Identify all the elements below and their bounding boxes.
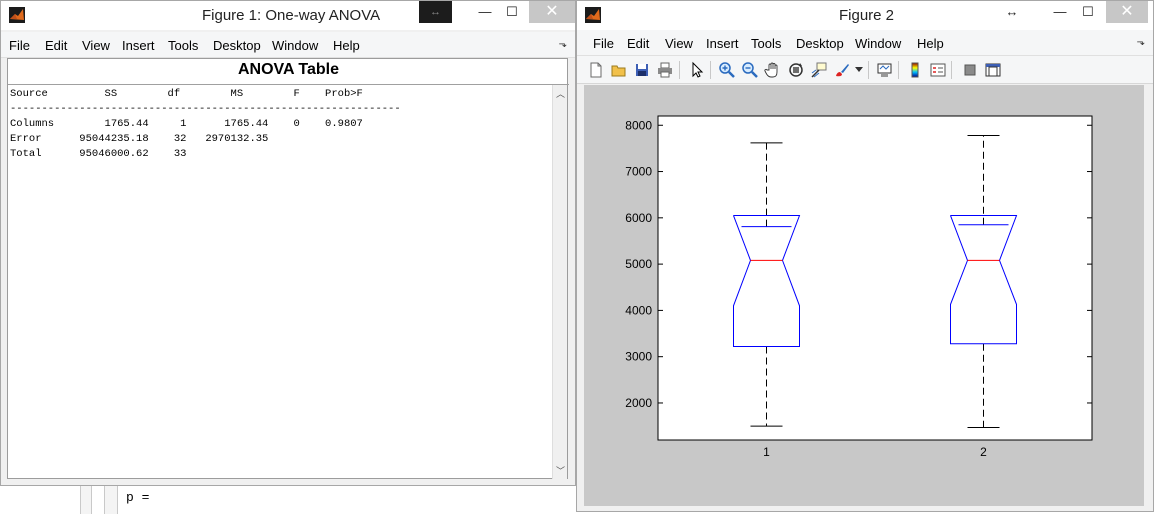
y-tick-label: 7000 <box>625 165 652 179</box>
anova-titlebar[interactable]: Figure 1: One-way ANOVA ↔ — ☐ ✕ <box>1 1 575 30</box>
maximize-button[interactable]: ☐ <box>495 1 529 23</box>
toolbar-separator <box>951 61 952 79</box>
command-window[interactable] <box>78 484 578 514</box>
y-tick-label: 2000 <box>625 396 652 410</box>
figure-plot-panel: 2000 3000 4000 5000 6000 7000 8000 1 2 <box>584 85 1144 506</box>
menu-file[interactable]: File <box>593 36 614 51</box>
menu-dock-arrow-icon[interactable]: ⬎ <box>559 39 567 50</box>
save-icon[interactable] <box>633 61 651 79</box>
legend-icon[interactable] <box>929 61 947 79</box>
toolbar-separator <box>679 61 680 79</box>
anova-table-text: Source SS df MS F Prob>F ----------------… <box>10 87 401 162</box>
menu-tools[interactable]: Tools <box>168 38 198 53</box>
menu-edit[interactable]: Edit <box>45 38 67 53</box>
anova-table-panel: ANOVA Table Source SS df MS F Prob>F ----… <box>7 58 569 479</box>
maximize-button[interactable]: ☐ <box>1071 1 1105 23</box>
toolbar-separator <box>868 61 869 79</box>
menu-desktop[interactable]: Desktop <box>796 36 844 51</box>
anova-window-title: Figure 1: One-way ANOVA <box>202 7 381 24</box>
anova-table-row: Columns 1765.44 1 1765.44 0 0.9807 <box>10 118 363 130</box>
figure2-menubar: File Edit View Insert Tools Desktop Wind… <box>577 30 1153 56</box>
print-icon[interactable] <box>656 61 674 79</box>
scroll-down-icon[interactable]: ﹀ <box>556 464 565 477</box>
divider <box>8 84 569 85</box>
menu-tools[interactable]: Tools <box>751 36 781 51</box>
matlab-logo-icon <box>9 7 25 23</box>
command-window-scrollbar <box>80 486 92 514</box>
anova-vertical-scrollbar[interactable]: ︿ ﹀ <box>552 85 567 479</box>
hide-plot-tools-icon[interactable] <box>961 61 979 79</box>
colorbar-icon[interactable] <box>906 61 924 79</box>
edit-plot-arrow-icon[interactable] <box>688 61 706 79</box>
chevron-down-icon[interactable] <box>855 67 863 73</box>
anova-table-row: Error 95044235.18 32 2970132.35 <box>10 133 269 145</box>
anova-figure-window: Figure 1: One-way ANOVA ↔ — ☐ ✕ File Edi… <box>0 0 576 486</box>
menu-window[interactable]: Window <box>855 36 901 51</box>
command-window-text: p = <box>126 490 150 505</box>
new-figure-icon[interactable] <box>587 61 605 79</box>
menu-insert[interactable]: Insert <box>706 36 739 51</box>
figure2-toolbar <box>577 56 1153 84</box>
menu-file[interactable]: File <box>9 38 30 53</box>
y-tick-label: 5000 <box>625 257 652 271</box>
command-window-gutter <box>104 486 118 514</box>
resize-handle-icon[interactable]: ↔ <box>419 1 452 23</box>
plot-axes[interactable] <box>657 115 1093 441</box>
rotate-3d-icon[interactable] <box>787 61 805 79</box>
link-plot-icon[interactable] <box>876 61 894 79</box>
toolbar-separator <box>710 61 711 79</box>
resize-handle-icon[interactable]: ↔ <box>995 1 1029 23</box>
menu-edit[interactable]: Edit <box>627 36 649 51</box>
menu-window[interactable]: Window <box>272 38 318 53</box>
menu-desktop[interactable]: Desktop <box>213 38 261 53</box>
zoom-out-icon[interactable] <box>741 61 759 79</box>
anova-table-title: ANOVA Table <box>237 61 340 78</box>
menu-help[interactable]: Help <box>917 36 944 51</box>
y-tick-label: 6000 <box>625 211 652 225</box>
anova-menubar: File Edit View Insert Tools Desktop Wind… <box>1 32 575 58</box>
menu-dock-arrow-icon[interactable]: ⬎ <box>1137 37 1145 48</box>
anova-table-header: Source SS df MS F Prob>F <box>10 88 363 100</box>
x-tick-label: 2 <box>980 445 987 459</box>
close-button[interactable]: ✕ <box>529 1 575 23</box>
zoom-in-icon[interactable] <box>718 61 736 79</box>
x-tick-label: 1 <box>763 445 770 459</box>
boxplot-chart[interactable]: 2000 3000 4000 5000 6000 7000 8000 1 2 <box>584 85 1144 506</box>
matlab-logo-icon <box>585 7 601 23</box>
figure2-titlebar[interactable]: Figure 2 ↔ — ☐ ✕ <box>577 1 1153 30</box>
menu-view[interactable]: View <box>665 36 693 51</box>
anova-table-divider: ----------------------------------------… <box>10 103 401 115</box>
show-plot-tools-icon[interactable] <box>984 61 1002 79</box>
brush-icon[interactable] <box>833 61 851 79</box>
figure2-window: Figure 2 ↔ — ☐ ✕ File Edit View Insert T… <box>576 0 1154 512</box>
scroll-up-icon[interactable]: ︿ <box>556 87 565 100</box>
y-tick-label: 3000 <box>625 350 652 364</box>
pan-hand-icon[interactable] <box>764 61 782 79</box>
close-button[interactable]: ✕ <box>1106 1 1148 23</box>
open-file-icon[interactable] <box>610 61 628 79</box>
y-tick-label: 4000 <box>625 303 652 317</box>
figure2-window-title: Figure 2 <box>839 7 895 24</box>
menu-view[interactable]: View <box>82 38 110 53</box>
anova-table-row: Total 95046000.62 33 <box>10 148 187 160</box>
data-cursor-icon[interactable] <box>810 61 828 79</box>
toolbar-separator <box>898 61 899 79</box>
y-tick-label: 8000 <box>625 118 652 132</box>
desktop: p = Figure 1: One-way ANOVA ↔ — ☐ ✕ File… <box>0 0 1155 514</box>
menu-help[interactable]: Help <box>333 38 360 53</box>
menu-insert[interactable]: Insert <box>122 38 155 53</box>
